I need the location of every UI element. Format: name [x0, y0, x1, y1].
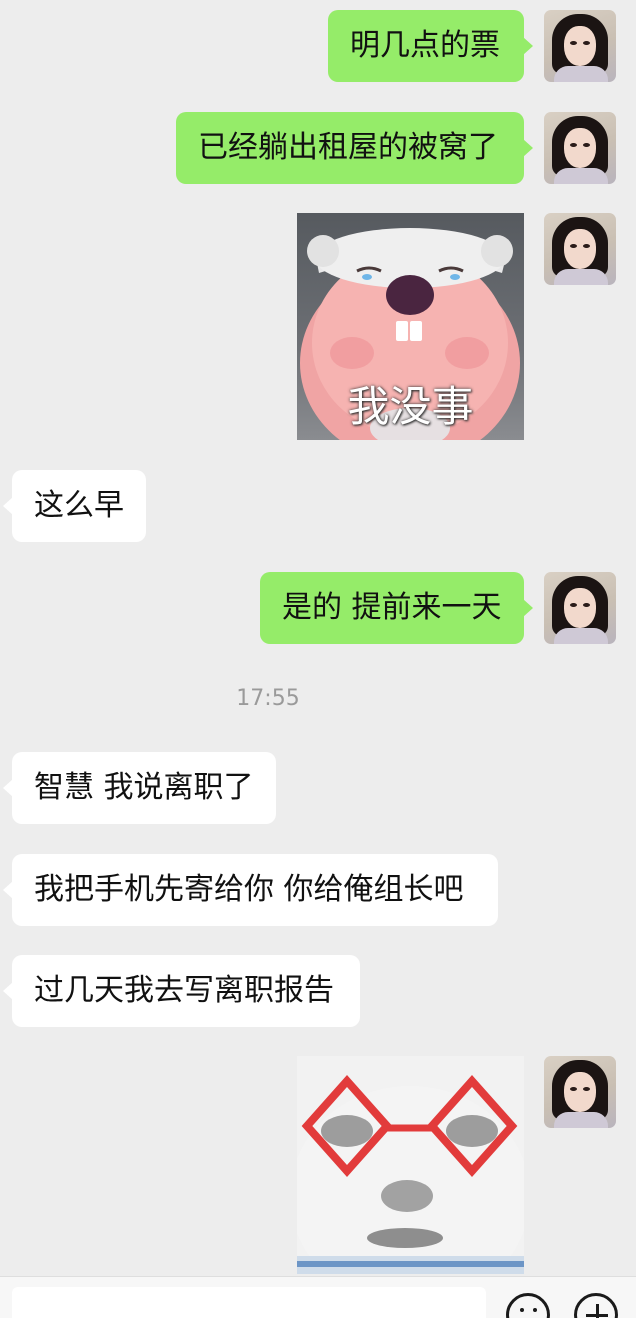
- user-avatar[interactable]: [544, 112, 616, 184]
- pink-beaver-sticker[interactable]: 我没事: [297, 213, 524, 440]
- user-avatar[interactable]: [544, 572, 616, 644]
- message-bubble-incoming[interactable]: 过几天我去写离职报告: [3, 955, 360, 1027]
- message-bubble-outgoing[interactable]: 已经躺出租屋的被窝了: [176, 112, 533, 184]
- message-input[interactable]: [12, 1287, 486, 1318]
- input-bar: [0, 1276, 636, 1318]
- message-bubble-outgoing[interactable]: 是的 提前来一天: [260, 572, 533, 644]
- message-text: 智慧 我说离职了: [34, 770, 254, 805]
- user-avatar[interactable]: [544, 1056, 616, 1128]
- chat-window: 明几点的票 已经躺出租屋的被窝了 我没事 这么早 是的 提前来一天 17:55 …: [0, 0, 636, 1318]
- message-bubble-incoming[interactable]: 这么早: [3, 470, 146, 542]
- panda-red-glasses-sticker[interactable]: [297, 1056, 524, 1274]
- message-text: 明几点的票: [350, 28, 500, 63]
- message-text: 已经躺出租屋的被窝了: [198, 130, 498, 165]
- message-text: 过几天我去写离职报告: [34, 973, 334, 1008]
- message-bubble-incoming[interactable]: 我把手机先寄给你 你给俺组长吧: [3, 854, 498, 926]
- message-bubble-outgoing[interactable]: 明几点的票: [328, 10, 533, 82]
- user-avatar[interactable]: [544, 213, 616, 285]
- user-avatar[interactable]: [544, 10, 616, 82]
- message-bubble-incoming[interactable]: 智慧 我说离职了: [3, 752, 276, 824]
- message-text: 我把手机先寄给你 你给俺组长吧: [34, 872, 464, 907]
- panda-illustration: [297, 1074, 524, 1274]
- message-text: 这么早: [34, 488, 124, 523]
- chat-timestamp: 17:55: [236, 686, 300, 711]
- message-text: 是的 提前来一天: [282, 590, 502, 625]
- sticker-caption: 我没事: [347, 382, 474, 431]
- plus-icon[interactable]: [574, 1293, 618, 1318]
- emoji-icon[interactable]: [506, 1293, 550, 1318]
